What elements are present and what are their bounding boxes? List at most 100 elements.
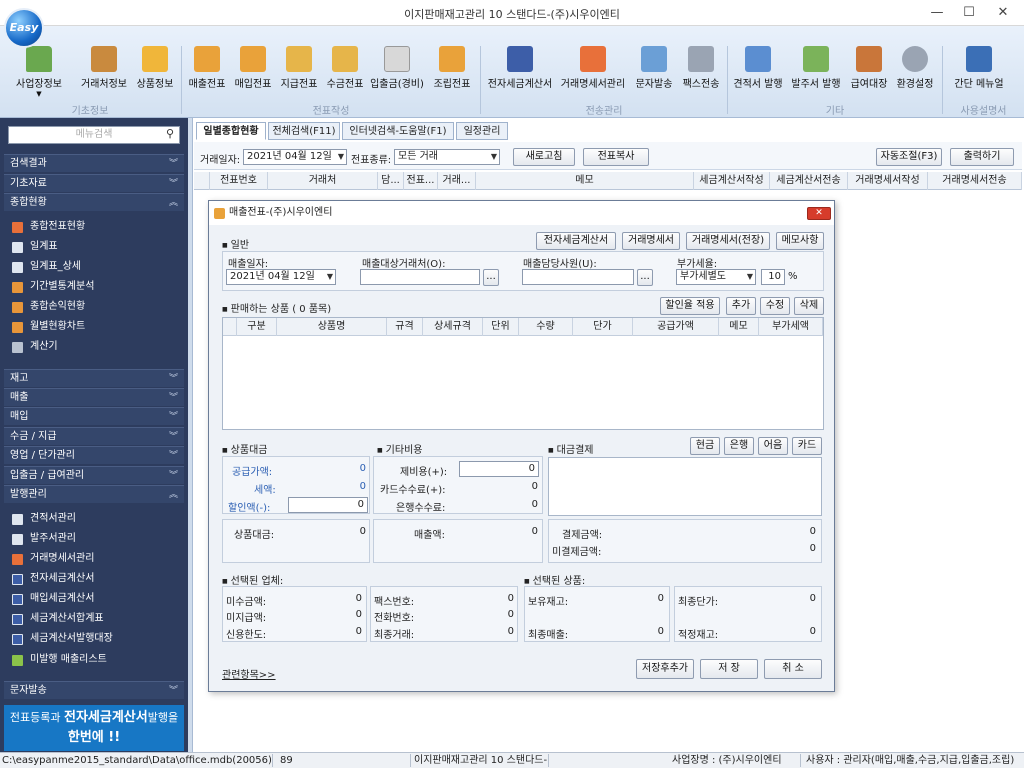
sidebar-item-daily-report[interactable]: 일계표 xyxy=(12,237,58,257)
grid-column-header[interactable]: 세금계산서전송 xyxy=(770,172,848,190)
manager-lookup-button[interactable]: ... xyxy=(637,269,653,286)
save-button[interactable]: 저 장 xyxy=(700,659,758,679)
cash-button[interactable]: 현금 xyxy=(690,437,720,455)
sidebar-header-inventory[interactable]: 재고 ︾ xyxy=(4,369,184,387)
grid-column-header[interactable]: 담... xyxy=(378,172,404,190)
ribbon-button-business-info[interactable]: 사업장정보 ▼ xyxy=(14,46,64,98)
tab-full-search[interactable]: 전체검색(F11) xyxy=(268,122,340,140)
grid-column-header[interactable]: 전표번호 xyxy=(210,172,268,190)
ribbon-button-payroll[interactable]: 급여대장 xyxy=(848,46,890,98)
ribbon-button-customer-info[interactable]: 거래처정보 xyxy=(78,46,130,98)
customer-lookup-button[interactable]: ... xyxy=(483,269,499,286)
sidebar-item-order-mgmt[interactable]: 발주서관리 xyxy=(12,529,76,549)
tab-schedule[interactable]: 일정관리 xyxy=(456,122,508,140)
sidebar-item-purchase-tax[interactable]: 매입세금계산서 xyxy=(12,589,94,609)
sidebar-item-statement-mgmt[interactable]: 거래명세서관리 xyxy=(12,549,94,569)
sidebar-header-issue-mgmt[interactable]: 발행관리 ︽ xyxy=(4,485,184,503)
discount-input[interactable]: 0 xyxy=(288,497,368,513)
sidebar-header-purchase[interactable]: 매입 ︾ xyxy=(4,407,184,425)
extra-cost-input[interactable]: 0 xyxy=(459,461,539,477)
app-logo[interactable]: Easy xyxy=(4,8,44,48)
bank-button[interactable]: 은행 xyxy=(724,437,754,455)
sidebar-header-collect-pay[interactable]: 수금 / 지급 ︾ xyxy=(4,427,184,445)
edit-item-button[interactable]: 수정 xyxy=(760,297,790,315)
items-column-header[interactable]: 부가세액 xyxy=(759,318,823,336)
sidebar-item-tax-ledger[interactable]: 세금계산서발행대장 xyxy=(12,629,113,649)
ribbon-button-cash-inout[interactable]: 입출금(경비) xyxy=(370,46,424,98)
sidebar-item-unissued-list[interactable]: 미발행 매출리스트 xyxy=(12,650,107,670)
bill-button[interactable]: 어음 xyxy=(758,437,788,455)
ribbon-button-purchase-slip[interactable]: 매입전표 xyxy=(232,46,274,98)
items-column-header[interactable]: 메모 xyxy=(719,318,759,336)
dialog-close-button[interactable]: ✕ xyxy=(807,207,831,220)
sidebar-item-daily-detail[interactable]: 일계표_상세 xyxy=(12,257,81,277)
vat-type-select[interactable]: 부가세별도 ▼ xyxy=(676,269,756,285)
sidebar-header-sales-price[interactable]: 영업 / 단가관리 ︾ xyxy=(4,446,184,464)
statement-full-button[interactable]: 거래명세서(전장) xyxy=(686,232,770,250)
sidebar-item-period-stats[interactable]: 기간별통계분석 xyxy=(12,277,94,297)
ribbon-button-estimate[interactable]: 견적서 발행 xyxy=(732,46,784,98)
related-items-link[interactable]: 관련항목>> xyxy=(222,666,276,681)
ribbon-button-payment-slip[interactable]: 지급전표 xyxy=(278,46,320,98)
items-column-header[interactable]: 수량 xyxy=(519,318,573,336)
minimize-icon[interactable]: — xyxy=(922,4,952,22)
copy-slip-button[interactable]: 전표복사 xyxy=(583,148,649,166)
vat-rate-input[interactable]: 10 xyxy=(761,269,785,285)
ribbon-button-fax[interactable]: 팩스전송 xyxy=(680,46,722,98)
items-column-header[interactable]: 공급가액 xyxy=(633,318,719,336)
items-column-header[interactable]: 단위 xyxy=(483,318,519,336)
grid-column-header[interactable]: 거래처 xyxy=(268,172,378,190)
tab-daily-overview[interactable]: 일별종합현황 xyxy=(196,122,266,140)
ribbon-button-manual[interactable]: 간단 메뉴얼 xyxy=(950,46,1008,98)
save-and-add-button[interactable]: 저장후추가 xyxy=(636,659,694,679)
ribbon-button-statement-mgmt[interactable]: 거래명세서관리 xyxy=(560,46,626,98)
ribbon-button-assembly-slip[interactable]: 조립전표 xyxy=(430,46,474,98)
grid-column-header[interactable]: 전표... xyxy=(404,172,438,190)
grid-column-header[interactable]: 세금계산서작성 xyxy=(694,172,770,190)
ribbon-button-sms[interactable]: 문자발송 xyxy=(632,46,676,98)
ribbon-button-purchase-order[interactable]: 발주서 발행 xyxy=(790,46,842,98)
sidebar-item-estimate-mgmt[interactable]: 견적서관리 xyxy=(12,509,76,529)
add-item-button[interactable]: 추가 xyxy=(726,297,756,315)
apply-discount-button[interactable]: 할인율 적용 xyxy=(660,297,720,315)
grid-column-header[interactable]: 메모 xyxy=(476,172,694,190)
ribbon-button-collection-slip[interactable]: 수금전표 xyxy=(324,46,366,98)
customer-input[interactable] xyxy=(360,269,480,285)
memo-button[interactable]: 메모사항 xyxy=(776,232,824,250)
sidebar-header-sms[interactable]: 문자발송 ︾ xyxy=(4,681,184,699)
sidebar-header-cash-payroll[interactable]: 입출금 / 급여관리 ︾ xyxy=(4,466,184,484)
items-column-header[interactable]: 구분 xyxy=(237,318,277,336)
statement-button[interactable]: 거래명세서 xyxy=(622,232,680,250)
maximize-icon[interactable]: ☐ xyxy=(954,4,984,22)
sidebar-header-sales[interactable]: 매출 ︾ xyxy=(4,388,184,406)
items-column-header[interactable]: 규격 xyxy=(387,318,423,336)
grid-column-header[interactable]: 거래명세서전송 xyxy=(928,172,1022,190)
delete-item-button[interactable]: 삭제 xyxy=(794,297,824,315)
slip-type-select[interactable]: 모든 거래 ▼ xyxy=(394,149,500,165)
card-button[interactable]: 카드 xyxy=(792,437,822,455)
sale-date-picker[interactable]: 2021년 04월 12일 ▼ xyxy=(226,269,336,285)
promo-banner[interactable]: 전표등록과 전자세금계산서발행을 한번에 !! xyxy=(4,705,184,751)
items-table[interactable]: 구분 상품명 규격 상세규격 단위 수량 단가 공급가액 메모 부가세액 xyxy=(222,317,824,430)
autofit-button[interactable]: 자동조절(F3) xyxy=(876,148,942,166)
sidebar-item-etax-invoice[interactable]: 전자세금계산서 xyxy=(12,569,94,589)
grid-column-header[interactable]: 거래명세서작성 xyxy=(848,172,928,190)
sidebar-item-monthly-chart[interactable]: 월별현황차트 xyxy=(12,317,85,337)
refresh-button[interactable]: 새로고침 xyxy=(513,148,575,166)
tab-internet-help[interactable]: 인터넷검색-도움말(F1) xyxy=(342,122,454,140)
ribbon-button-settings[interactable]: 환경설정 xyxy=(894,46,936,98)
items-column-header[interactable]: 단가 xyxy=(573,318,633,336)
manager-input[interactable] xyxy=(522,269,634,285)
menu-search-input[interactable]: 메뉴검색 xyxy=(8,126,180,144)
print-button[interactable]: 출력하기 xyxy=(950,148,1014,166)
payment-table[interactable] xyxy=(548,457,822,516)
grid-column-header[interactable]: 거래... xyxy=(438,172,476,190)
close-icon[interactable]: ✕ xyxy=(988,4,1018,22)
sidebar-header-overview[interactable]: 종합현황 ︽ xyxy=(4,193,184,211)
ribbon-button-sales-slip[interactable]: 매출전표 xyxy=(186,46,228,98)
items-column-header[interactable]: 상품명 xyxy=(277,318,387,336)
sidebar-header-basic-data[interactable]: 기초자료 ︾ xyxy=(4,174,184,192)
etax-invoice-button[interactable]: 전자세금계산서 xyxy=(536,232,616,250)
items-column-header[interactable]: 상세규격 xyxy=(423,318,483,336)
date-picker[interactable]: 2021년 04월 12일 ▼ xyxy=(243,149,347,165)
